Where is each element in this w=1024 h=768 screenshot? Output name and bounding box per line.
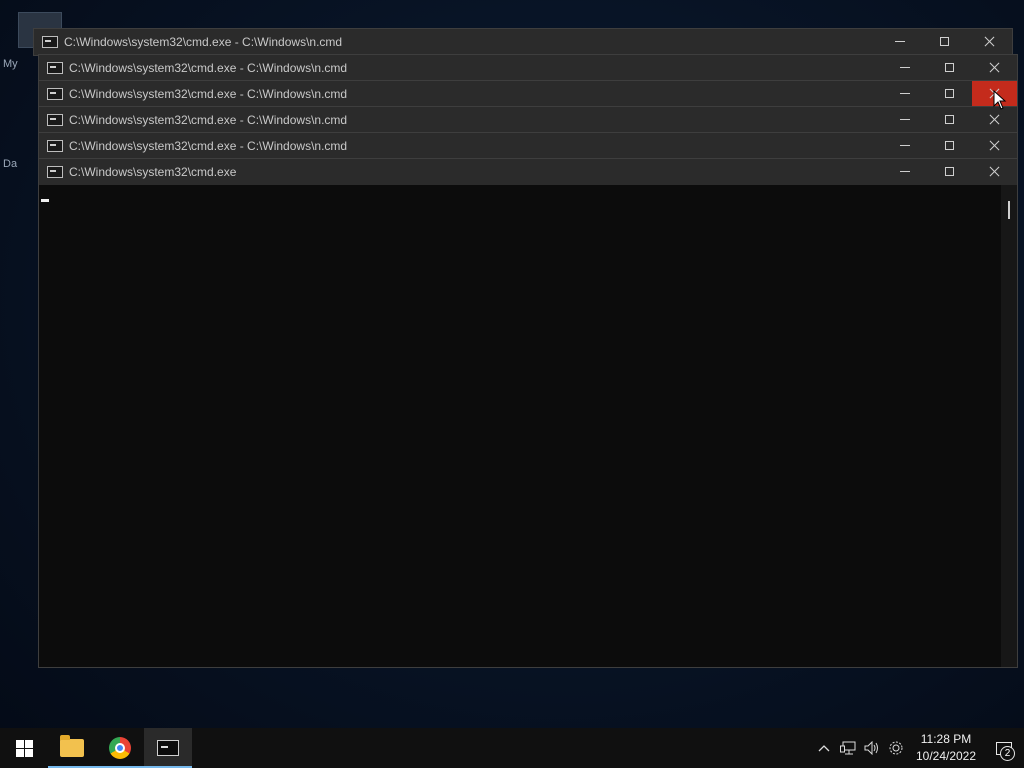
close-icon [984,36,995,47]
window-title: C:\Windows\system32\cmd.exe - C:\Windows… [69,60,348,75]
window-title: C:\Windows\system32\cmd.exe - C:\Windows… [69,138,348,153]
minimize-button[interactable] [877,29,922,54]
settings-button[interactable] [884,728,908,768]
maximize-button[interactable] [927,159,972,184]
window-title: C:\Windows\system32\cmd.exe [69,164,237,179]
chrome-button[interactable] [96,728,144,768]
cmd-window-2[interactable]: C:\Windows\system32\cmd.exe - C:\Windows… [38,54,1018,82]
window-titlebar[interactable]: C:\Windows\system32\cmd.exe - C:\Windows… [34,29,1012,54]
cmd-window-5[interactable]: C:\Windows\system32\cmd.exe - C:\Windows… [38,132,1018,160]
close-button[interactable] [972,159,1017,184]
system-tray: 11:28 PM 10/24/2022 2 [812,728,1024,768]
action-center-button[interactable]: 2 [984,728,1024,768]
minimize-icon [899,119,910,120]
window-titlebar[interactable]: C:\Windows\system32\cmd.exe - C:\Windows… [39,107,1017,132]
network-icon [840,741,856,755]
window-titlebar[interactable]: C:\Windows\system32\cmd.exe [39,159,1017,184]
start-button[interactable] [0,728,48,768]
maximize-icon [945,141,954,150]
taskbar: 11:28 PM 10/24/2022 2 [0,728,1024,768]
file-explorer-button[interactable] [48,728,96,768]
window-titlebar[interactable]: C:\Windows\system32\cmd.exe - C:\Windows… [39,133,1017,158]
close-icon [989,140,1000,151]
maximize-button[interactable] [927,133,972,158]
window-title: C:\Windows\system32\cmd.exe - C:\Windows… [64,34,343,49]
minimize-icon [899,93,910,94]
minimize-button[interactable] [882,159,927,184]
volume-button[interactable] [860,728,884,768]
maximize-button[interactable] [927,81,972,106]
desktop-icon-label[interactable]: My [3,58,43,70]
cmd-icon [157,740,179,756]
maximize-button[interactable] [927,107,972,132]
maximize-icon [945,167,954,176]
minimize-button[interactable] [882,81,927,106]
maximize-icon [940,37,949,46]
maximize-icon [945,115,954,124]
cmd-window-1[interactable]: C:\Windows\system32\cmd.exe - C:\Windows… [33,28,1013,56]
minimize-button[interactable] [882,107,927,132]
folder-icon [60,735,84,757]
cmd-icon [42,35,58,48]
vertical-scrollbar[interactable] [1001,185,1017,667]
chrome-icon [109,737,131,759]
chevron-up-icon [818,745,830,752]
close-icon [989,62,1000,73]
mouse-pointer-icon [993,90,1007,110]
desktop-icon-label[interactable]: Da [3,158,43,170]
maximize-icon [945,89,954,98]
minimize-button[interactable] [882,133,927,158]
maximize-button[interactable] [922,29,967,54]
minimize-icon [894,41,905,42]
show-hidden-icons-button[interactable] [812,728,836,768]
close-button[interactable] [967,29,1012,54]
maximize-icon [945,63,954,72]
notification-count-badge: 2 [1000,746,1015,761]
text-cursor [41,199,49,202]
minimize-icon [899,145,910,146]
cmd-window-3[interactable]: C:\Windows\system32\cmd.exe - C:\Windows… [38,80,1018,108]
close-button[interactable] [972,107,1017,132]
minimize-button[interactable] [882,55,927,80]
windows-logo-icon [15,739,33,757]
close-button[interactable] [972,133,1017,158]
cmd-window-active[interactable]: C:\Windows\system32\cmd.exe [38,158,1018,668]
maximize-button[interactable] [927,55,972,80]
close-icon [989,166,1000,177]
close-button[interactable] [972,55,1017,80]
clock-button[interactable]: 11:28 PM 10/24/2022 [908,731,984,765]
gear-icon [889,741,903,755]
cmd-icon [47,61,63,74]
clock-date: 10/24/2022 [915,749,977,763]
minimize-icon [899,171,910,172]
window-title: C:\Windows\system32\cmd.exe - C:\Windows… [69,86,348,101]
cmd-icon [47,165,63,178]
window-title: C:\Windows\system32\cmd.exe - C:\Windows… [69,112,348,127]
close-icon [989,114,1000,125]
minimize-icon [899,67,910,68]
window-titlebar[interactable]: C:\Windows\system32\cmd.exe - C:\Windows… [39,81,1017,106]
network-button[interactable] [836,728,860,768]
window-titlebar[interactable]: C:\Windows\system32\cmd.exe - C:\Windows… [39,55,1017,80]
scrollbar-thumb[interactable] [1008,201,1010,219]
cmd-icon [47,113,63,126]
cmd-icon [47,87,63,100]
speaker-icon [864,741,878,755]
console-area[interactable] [39,185,1001,667]
clock-time: 11:28 PM [920,732,972,746]
command-prompt-button[interactable] [144,728,192,768]
cmd-icon [47,139,63,152]
cmd-window-4[interactable]: C:\Windows\system32\cmd.exe - C:\Windows… [38,106,1018,134]
